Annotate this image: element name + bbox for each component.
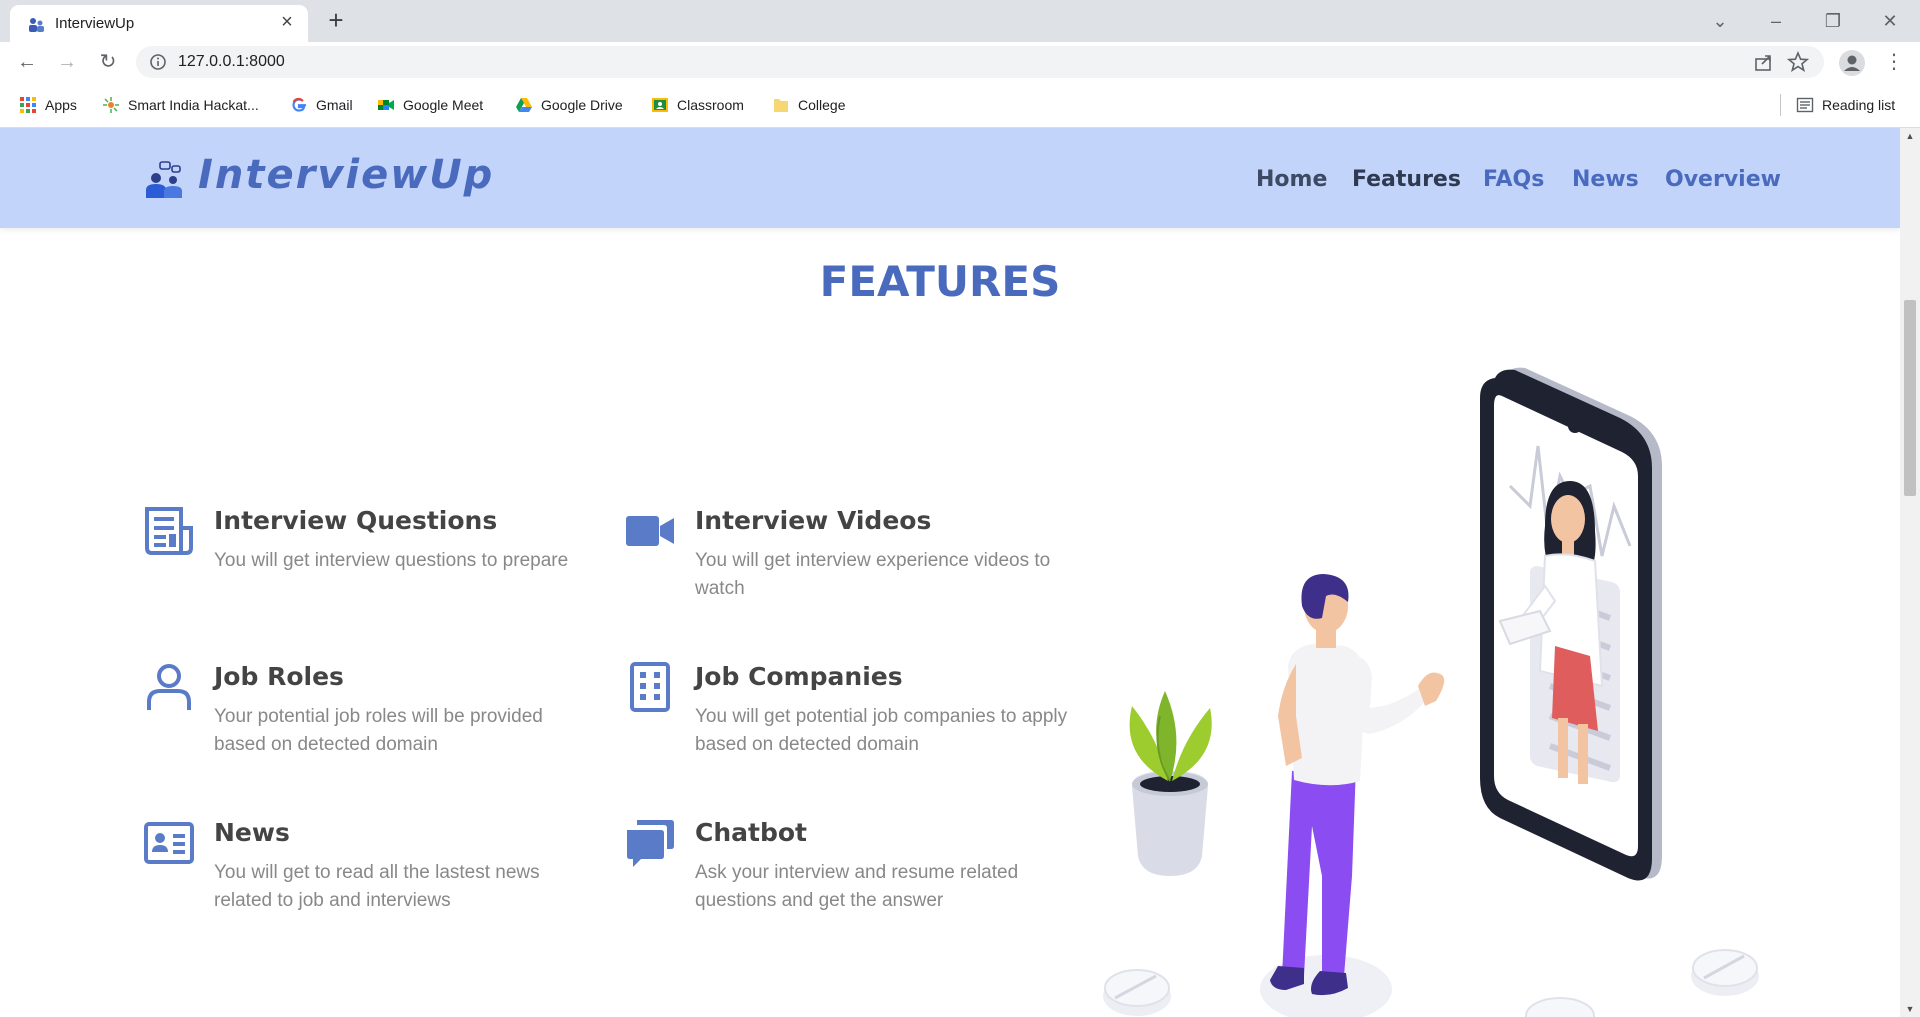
feature-chatbot: Chatbot Ask your interview and resume re… [625,818,1045,911]
bookmark-college[interactable]: College [772,95,845,115]
feature-title: Job Companies [695,662,903,691]
feature-description: Ask your interview and resume related qu… [695,862,1019,911]
share-icon[interactable] [1753,51,1775,73]
pill-decoration [1525,997,1595,1017]
drive-icon [516,98,532,112]
feature-description: You will get potential job companies to … [695,706,1068,755]
bookmark-google-drive[interactable]: Google Drive [515,95,623,115]
restore-button[interactable]: ❐ [1813,6,1853,36]
feature-title: Interview Questions [214,506,498,535]
chat-bubbles-icon [627,820,674,867]
bookmark-label: Gmail [316,97,353,113]
feature-job-companies: Job Companies You will get potential job… [625,662,1067,755]
pill-decoration [1691,949,1759,996]
bookmark-gmail[interactable]: Gmail [290,95,353,115]
profile-avatar-icon[interactable] [1838,49,1866,77]
feature-description: You will get interview questions to prep… [214,550,569,571]
bookmark-label: Classroom [677,97,744,113]
feature-title: News [214,818,290,847]
close-window-button[interactable]: ✕ [1870,6,1910,36]
potted-plant-graphic [1129,691,1212,876]
building-icon [630,662,670,712]
new-tab-button[interactable]: + [322,7,350,35]
bookmark-classroom[interactable]: Classroom [651,95,744,115]
reload-button[interactable]: ↻ [94,48,122,76]
scroll-down-arrow-icon[interactable]: ▼ [1900,1001,1920,1017]
apps-grid-icon [20,97,36,113]
feature-description: Your potential job roles will be provide… [214,706,543,755]
bookmark-star-icon[interactable] [1787,51,1809,73]
bookmark-label: Smart India Hackat... [128,97,259,113]
site-logo-text[interactable]: InterviewUp [198,152,494,198]
feature-interview-videos: Interview Videos You will get interview … [625,506,1050,599]
pill-decoration [1103,969,1171,1016]
tab-title: InterviewUp [55,15,135,32]
browser-toolbar: ← → ↻ 127.0.0.1:8000 ⋮ [0,42,1920,82]
scrollbar-thumb[interactable] [1904,300,1916,496]
bookmark-label: Apps [45,97,77,113]
page-scrollbar[interactable]: ▲ ▼ [1900,128,1920,1017]
minimize-button[interactable]: – [1756,6,1796,36]
browser-menu-icon[interactable]: ⋮ [1880,48,1908,76]
feature-news: News You will get to read all the lastes… [144,818,564,911]
meet-icon [378,100,394,110]
folder-icon [774,99,788,112]
reading-list-label: Reading list [1822,97,1896,113]
feature-title: Chatbot [695,818,807,847]
sih-icon [103,97,119,113]
bookmark-apps[interactable]: Apps [19,95,77,115]
browser-tab-strip: InterviewUp × + ⌄ – ❐ ✕ [0,0,1920,42]
scroll-up-arrow-icon[interactable]: ▲ [1900,128,1920,144]
bookmark-separator [1780,94,1781,116]
interviewup-favicon-icon [29,18,44,32]
nav-features[interactable]: Features [1352,167,1461,192]
feature-job-roles: Job Roles Your potential job roles will … [144,662,564,755]
feature-description: You will get to read all the lastest new… [214,862,540,911]
back-button[interactable]: ← [13,48,41,76]
feature-description: You will get interview experience videos… [695,550,1051,599]
feature-title: Interview Videos [695,506,932,535]
reading-list-button[interactable]: Reading list [1796,95,1895,115]
video-consultation-illustration [1103,367,1759,1017]
bookmark-label: College [798,97,846,113]
url-text: 127.0.0.1:8000 [178,53,285,70]
nav-faqs[interactable]: FAQs [1483,167,1544,192]
classroom-icon [652,98,668,112]
nav-news[interactable]: News [1572,167,1639,192]
bookmark-google-meet[interactable]: Google Meet [377,95,483,115]
person-icon [147,664,191,710]
bookmarks-bar: Apps Smart India Hackat... Gmail Google … [0,82,1920,128]
document-icon [145,507,193,555]
nav-overview[interactable]: Overview [1665,167,1781,192]
feature-title: Job Roles [214,662,344,691]
browser-tab[interactable]: InterviewUp × [10,5,308,42]
tab-search-icon[interactable]: ⌄ [1700,6,1740,36]
bookmark-label: Google Meet [403,97,484,113]
smartphone-graphic [1480,367,1662,881]
bookmark-label: Google Drive [541,97,623,113]
nav-home[interactable]: Home [1256,167,1327,192]
address-bar[interactable]: 127.0.0.1:8000 [136,46,1824,78]
page-viewport: InterviewUp Home Features FAQs News Over… [0,128,1900,1017]
reading-list-icon [1796,97,1814,113]
man-character-graphic [1260,574,1445,1017]
video-camera-icon [626,516,674,546]
feature-interview-questions: Interview Questions You will get intervi… [144,506,568,596]
site-info-icon[interactable] [149,53,167,71]
interviewup-logo-icon[interactable] [144,160,184,200]
tab-close-icon[interactable]: × [276,11,298,33]
google-icon [292,97,306,112]
site-header: InterviewUp Home Features FAQs News Over… [0,128,1900,228]
bookmark-smart-india-hackathon[interactable]: Smart India Hackat... [102,95,259,115]
features-heading: FEATURES [819,257,1061,306]
id-card-icon [144,822,194,864]
forward-button[interactable]: → [53,48,81,76]
